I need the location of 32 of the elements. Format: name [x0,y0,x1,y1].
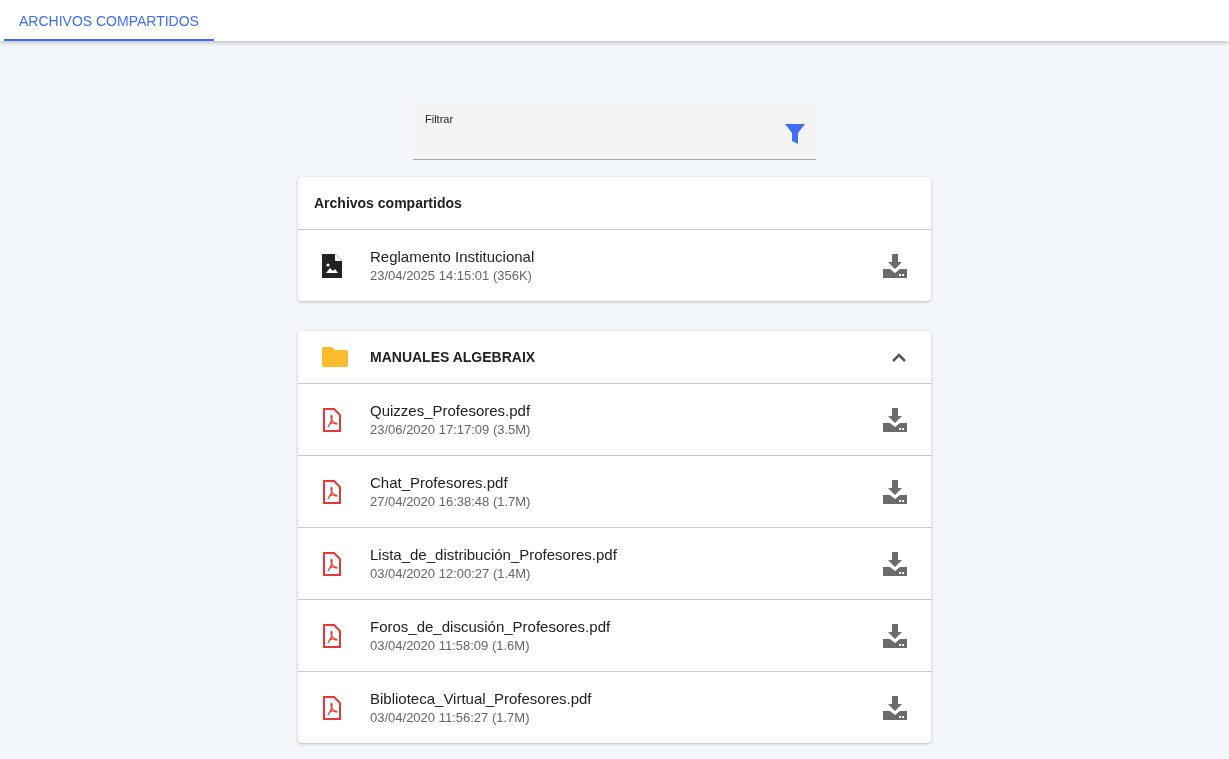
pdf-file-icon [322,407,342,432]
folder-title: MANUALES ALGEBRAIX [370,349,536,365]
pdf-file-icon [322,551,342,576]
file-details: 03/04/2020 12:00:27 (1.4M) [370,566,532,581]
file-name[interactable]: Foros_de_discusión_Profesores.pdf [370,618,883,635]
file-details: 23/06/2020 17:17:09 (3.5M) [370,422,532,437]
file-details: 03/04/2020 11:58:09 (1.6M) [370,638,531,653]
pdf-file-icon [322,695,342,720]
file-name[interactable]: Quizzes_Profesores.pdf [370,402,883,419]
download-button[interactable] [883,407,907,432]
download-button[interactable] [883,253,907,278]
download-button[interactable] [883,551,907,576]
collapse-button[interactable] [891,352,907,362]
filter-field[interactable]: Filtrar [413,105,816,160]
tab[interactable]: ARCHIVOS COMPARTIDOS [4,0,214,41]
file-name[interactable]: Reglamento Institucional [370,248,883,265]
download-button[interactable] [883,695,907,720]
image-file-icon [322,253,342,278]
folder-icon [322,347,348,367]
filter-label: Filtrar [425,113,454,125]
pdf-file-icon [322,479,342,504]
filter-icon[interactable] [785,124,805,144]
file-details: 03/04/2020 11:56:27 (1.7M) [370,710,531,725]
pdf-file-icon [322,623,342,648]
file-name[interactable]: Chat_Profesores.pdf [370,474,883,491]
file-details: 27/04/2020 16:38:48 (1.7M) [370,494,532,509]
file-details: 23/04/2025 14:15:01 (356K) [370,268,533,283]
file-name[interactable]: Biblioteca_Virtual_Profesores.pdf [370,690,883,707]
file-name[interactable]: Lista_de_distribución_Profesores.pdf [370,546,883,563]
download-button[interactable] [883,479,907,504]
card-title: Archivos compartidos [314,195,462,211]
download-button[interactable] [883,623,907,648]
